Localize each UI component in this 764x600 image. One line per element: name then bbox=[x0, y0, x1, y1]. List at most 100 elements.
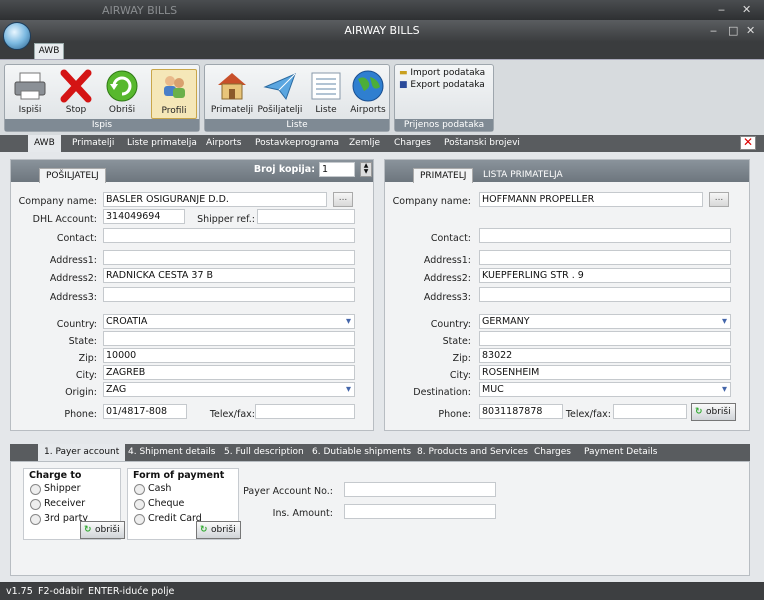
receiver-address2-input[interactable]: KUEPFERLING STR . 9 bbox=[479, 268, 731, 283]
payer-account-input[interactable] bbox=[344, 482, 496, 497]
receiver-contact-input[interactable] bbox=[479, 228, 731, 243]
zip-label: Zip: bbox=[78, 353, 97, 364]
f2-hint: F2-odabir bbox=[38, 586, 84, 597]
print-button[interactable]: Ispiši bbox=[7, 69, 53, 119]
sender-phone-input[interactable]: 01/4817-808 bbox=[103, 404, 187, 419]
phone-label: Phone: bbox=[64, 409, 97, 420]
country-label: Country: bbox=[56, 319, 97, 330]
profiles-button[interactable]: Profili bbox=[151, 69, 197, 119]
tab-shipment-details[interactable]: 4. Shipment details bbox=[122, 444, 221, 461]
outer-close-button[interactable]: ✕ bbox=[742, 3, 751, 16]
sender-address1-input[interactable] bbox=[103, 250, 355, 265]
sender-state-input[interactable] bbox=[103, 331, 355, 346]
tab-postanski-brojevi[interactable]: Poštanski brojevi bbox=[438, 135, 526, 152]
tab-payment-details[interactable]: Payment Details bbox=[578, 444, 663, 461]
dhl-account-input[interactable]: 314049694 bbox=[103, 209, 185, 224]
tab-charges-details[interactable]: Charges bbox=[528, 444, 577, 461]
receiver-telex-label: Telex/fax: bbox=[565, 409, 611, 420]
receiver-company-input[interactable]: HOFFMANN PROPELLER bbox=[479, 192, 703, 207]
contact-label: Contact: bbox=[56, 233, 97, 244]
shipper-ref-input[interactable] bbox=[257, 209, 355, 224]
receiver-address1-input[interactable] bbox=[479, 250, 731, 265]
tab-airports[interactable]: Airports bbox=[200, 135, 248, 152]
telex-label: Telex/fax: bbox=[209, 409, 255, 420]
delete-button[interactable]: Obriši bbox=[99, 69, 145, 119]
export-button[interactable]: ■ Export podataka bbox=[399, 80, 485, 90]
receiver-phone-input[interactable]: 8031187878 bbox=[479, 404, 563, 419]
payment-clear-button[interactable]: obriši bbox=[196, 521, 241, 539]
radio-cash[interactable]: Cash bbox=[134, 483, 171, 495]
radio-cheque[interactable]: Cheque bbox=[134, 498, 184, 510]
tab-postavke-programa[interactable]: Postavkeprograma bbox=[249, 135, 345, 152]
stop-button[interactable]: Stop bbox=[53, 69, 99, 119]
ribbon-tab-awb[interactable]: AWB bbox=[34, 43, 64, 59]
tab-posiljatelj[interactable]: POŠILJATELJ bbox=[39, 168, 106, 183]
tab-full-description[interactable]: 5. Full description bbox=[218, 444, 310, 461]
radio-receiver[interactable]: Receiver bbox=[30, 498, 85, 510]
tab-primatelji[interactable]: Primatelji bbox=[66, 135, 120, 152]
sender-country-select[interactable]: CROATIA bbox=[103, 314, 355, 329]
recipients-label: Primatelji bbox=[210, 105, 254, 115]
tab-awb[interactable]: AWB bbox=[28, 135, 61, 152]
tab-lista-primatelja[interactable]: LISTA PRIMATELJA bbox=[477, 168, 569, 183]
minimize-button[interactable]: ‒ bbox=[710, 24, 717, 37]
senders-button[interactable]: Pošiljatelji bbox=[257, 69, 303, 119]
receiver-telex-input[interactable] bbox=[613, 404, 687, 419]
tab-payer-account[interactable]: 1. Payer account bbox=[38, 444, 126, 461]
receiver-country-select[interactable]: GERMANY bbox=[479, 314, 731, 329]
maximize-button[interactable]: □ bbox=[728, 24, 738, 37]
airports-label: Airports bbox=[350, 105, 386, 115]
receiver-zip-input[interactable]: 83022 bbox=[479, 348, 731, 363]
origin-select[interactable]: ZAG bbox=[103, 382, 355, 397]
airports-button[interactable]: Airports bbox=[345, 69, 391, 119]
sender-zip-input[interactable]: 10000 bbox=[103, 348, 355, 363]
radio-shipper[interactable]: Shipper bbox=[30, 483, 81, 495]
receiver-phone-label: Phone: bbox=[438, 409, 471, 420]
tab-zemlje[interactable]: Zemlje bbox=[343, 135, 386, 152]
receiver-company-lookup-button[interactable]: ... bbox=[709, 192, 729, 207]
outer-title: AIRWAY BILLS bbox=[102, 4, 178, 17]
window-title-bar: AIRWAY BILLS bbox=[0, 20, 764, 42]
receiver-address3-input[interactable] bbox=[479, 287, 731, 302]
sender-contact-input[interactable] bbox=[103, 228, 355, 243]
lists-button[interactable]: Liste bbox=[303, 69, 349, 119]
tab-charges[interactable]: Charges bbox=[388, 135, 437, 152]
charge-to-clear-button[interactable]: obriši bbox=[80, 521, 125, 539]
tab-products-services[interactable]: 8. Products and Services bbox=[411, 444, 534, 461]
receiver-address2-label: Address2: bbox=[423, 273, 471, 284]
receiver-clear-button[interactable]: obriši bbox=[691, 403, 736, 421]
list-icon bbox=[308, 69, 344, 103]
sender-address3-input[interactable] bbox=[103, 287, 355, 302]
receiver-city-input[interactable]: ROSENHEIM bbox=[479, 365, 731, 380]
form-of-payment-group: Form of payment Cash Cheque Credit Card … bbox=[127, 468, 241, 540]
ribbon-group-label-prijenos: Prijenos podataka bbox=[395, 119, 493, 131]
tab-liste-primatelja[interactable]: Liste primatelja bbox=[121, 135, 203, 152]
sender-company-input[interactable]: BASLER OSIGURANJE D.D. bbox=[103, 192, 327, 207]
copies-spinner[interactable]: ▲ ▼ bbox=[360, 162, 372, 177]
app-orb-button[interactable] bbox=[3, 22, 31, 50]
sender-city-input[interactable]: ZAGREB bbox=[103, 365, 355, 380]
ins-amount-input[interactable] bbox=[344, 504, 496, 519]
sender-panel: POŠILJATELJ Broj kopija: 1 ▲ ▼ Company na… bbox=[10, 159, 374, 431]
close-button[interactable]: ✕ bbox=[746, 24, 755, 37]
recipients-button[interactable]: Primatelji bbox=[209, 69, 255, 119]
ribbon-group-liste: Primatelji Pošiljatelji Liste Airports L… bbox=[204, 64, 390, 132]
outer-minimize-button[interactable]: ‒ bbox=[718, 3, 725, 16]
printer-icon bbox=[12, 69, 48, 103]
globe-icon bbox=[350, 69, 386, 103]
city-label: City: bbox=[75, 370, 97, 381]
close-tab-icon[interactable]: ✕ bbox=[740, 136, 756, 150]
sender-company-lookup-button[interactable]: ... bbox=[333, 192, 353, 207]
users-icon bbox=[156, 70, 192, 104]
receiver-state-input[interactable] bbox=[479, 331, 731, 346]
folder-icon: ▬ bbox=[399, 68, 408, 78]
tab-dutiable-shipments[interactable]: 6. Dutiable shipments bbox=[306, 444, 417, 461]
radio-credit-card[interactable]: Credit Card bbox=[134, 513, 202, 525]
sender-address2-input[interactable]: RADNICKA CESTA 37 B bbox=[103, 268, 355, 283]
sender-telex-input[interactable] bbox=[255, 404, 355, 419]
copies-input[interactable]: 1 bbox=[319, 162, 355, 177]
receiver-state-label: State: bbox=[442, 336, 471, 347]
destination-select[interactable]: MUC bbox=[479, 382, 731, 397]
import-button[interactable]: ▬ Import podataka bbox=[399, 68, 485, 78]
tab-primatelj[interactable]: PRIMATELJ bbox=[413, 168, 474, 183]
